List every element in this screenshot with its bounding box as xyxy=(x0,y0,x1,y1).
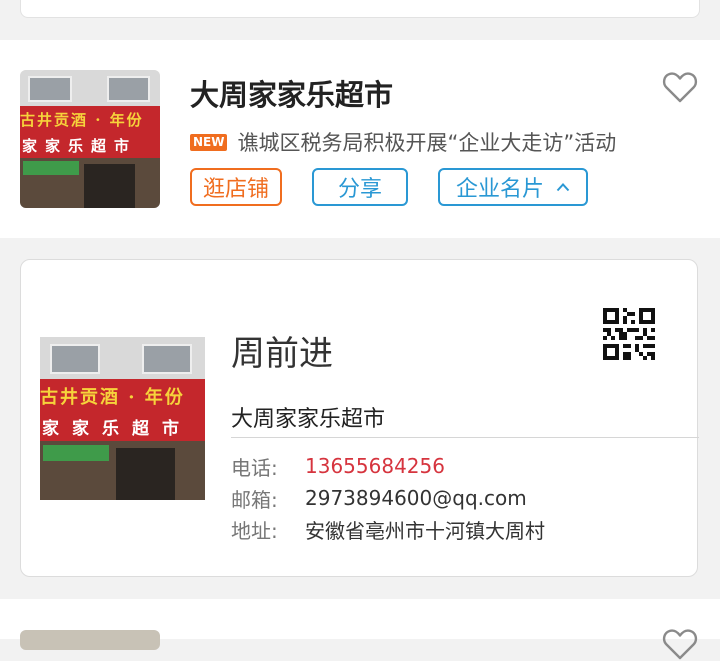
business-card-label: 企业名片 xyxy=(455,177,544,202)
email-label: 邮箱: xyxy=(231,487,278,512)
store-list-item[interactable]: 古井贡酒 · 年份 家家乐超市 大周家家乐超市 NEW 谯城区税务局积极开展“企… xyxy=(0,40,720,238)
contact-person-name: 周前进 xyxy=(231,334,333,374)
share-button[interactable]: 分享 xyxy=(312,168,408,206)
news-text[interactable]: 谯城区税务局积极开展“企业大走访”活动 xyxy=(237,127,616,157)
heart-outline-icon[interactable] xyxy=(662,70,698,104)
card-photo-sign: 古井贡酒 · 年份 xyxy=(40,386,185,408)
phone-label: 电话: xyxy=(231,455,278,480)
next-store-list-item[interactable] xyxy=(0,599,720,660)
card-photo-sign-2: 家家乐超市 xyxy=(42,418,192,439)
visit-store-label: 逛店铺 xyxy=(202,177,269,202)
divider xyxy=(231,437,699,438)
store-thumbnail-sign-2: 家家乐超市 xyxy=(22,136,138,155)
new-badge: NEW xyxy=(190,133,228,151)
business-card-photo: 古井贡酒 · 年份 家家乐超市 xyxy=(40,337,205,500)
qr-code-icon[interactable] xyxy=(603,308,655,360)
store-thumbnail-sign: 古井贡酒 · 年份 xyxy=(20,110,144,129)
visit-store-button[interactable]: 逛店铺 xyxy=(190,168,282,206)
previous-card xyxy=(20,0,700,18)
business-card-toggle-button[interactable]: 企业名片 xyxy=(438,168,588,206)
phone-number-link[interactable]: 13655684256 xyxy=(305,454,445,478)
email-row: 邮箱: 2973894600@qq.com xyxy=(231,483,527,513)
company-name: 大周家家乐超市 xyxy=(231,407,386,432)
address-row: 地址: 安徽省亳州市十河镇大周村 xyxy=(231,514,545,544)
store-thumbnail[interactable]: 古井贡酒 · 年份 家家乐超市 xyxy=(20,70,160,208)
chevron-up-icon xyxy=(556,183,570,192)
email-value: 2973894600@qq.com xyxy=(305,486,527,510)
news-line[interactable]: NEW 谯城区税务局积极开展“企业大走访”活动 xyxy=(190,128,616,156)
store-name[interactable]: 大周家家乐超市 xyxy=(190,72,393,114)
address-label: 地址: xyxy=(231,518,278,543)
business-card-panel: 古井贡酒 · 年份 家家乐超市 周前进 大周家家乐超市 电话: 13655684… xyxy=(20,259,699,577)
next-store-thumbnail[interactable] xyxy=(20,630,160,650)
address-value: 安徽省亳州市十河镇大周村 xyxy=(305,518,545,543)
phone-row[interactable]: 电话: 13655684256 xyxy=(231,451,445,481)
share-label: 分享 xyxy=(337,177,382,202)
heart-outline-icon[interactable] xyxy=(662,627,698,661)
